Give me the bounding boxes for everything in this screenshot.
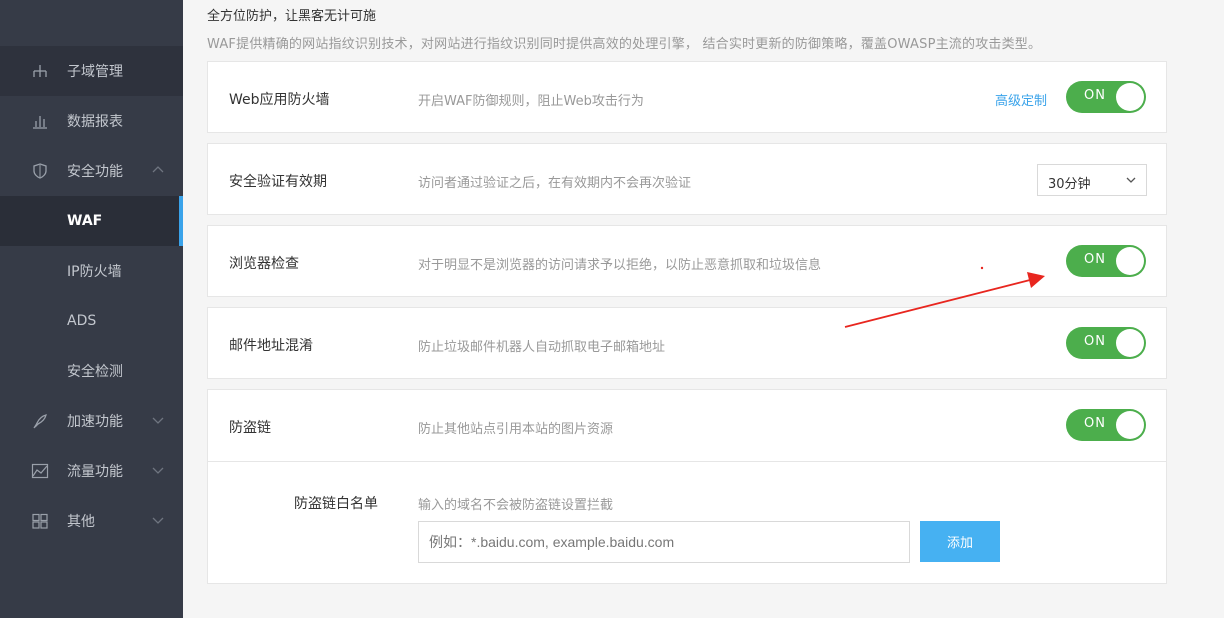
toggle-knob <box>1116 411 1144 439</box>
setting-description: 对于明显不是浏览器的访问请求予以拒绝，以防止恶意抓取和垃圾信息 <box>418 258 822 273</box>
browser-check-toggle[interactable]: ON <box>1066 245 1146 277</box>
setting-card-waf: Web应用防火墙 开启WAF防御规则，阻止Web攻击行为 高级定制 ON <box>207 61 1167 133</box>
toggle-label: ON <box>1084 334 1106 349</box>
sidebar: 子域管理 数据报表 安全功能 WAF IP防火墙 ADS 安全检测 加速功能 流… <box>0 0 183 618</box>
setting-name: 邮件地址混淆 <box>229 338 313 354</box>
email-obfuscation-toggle[interactable]: ON <box>1066 327 1146 359</box>
toggle-knob <box>1116 83 1144 111</box>
sidebar-item-reports[interactable]: 数据报表 <box>0 96 183 146</box>
hotlink-toggle[interactable]: ON <box>1066 409 1146 441</box>
sidebar-item-label: IP防火墙 <box>67 264 122 280</box>
chevron-down-icon <box>152 517 164 524</box>
sidebar-item-traffic[interactable]: 流量功能 <box>0 446 183 496</box>
setting-card-hotlink: 防盗链 防止其他站点引用本站的图片资源 ON 防盗链白名单 输入的域名不会被防盗… <box>207 389 1167 584</box>
sidebar-item-label: 数据报表 <box>67 114 123 130</box>
sidebar-item-other[interactable]: 其他 <box>0 496 183 546</box>
toggle-label: ON <box>1084 252 1106 267</box>
sidebar-item-label: ADS <box>67 313 97 329</box>
sidebar-item-security[interactable]: 安全功能 <box>0 146 183 196</box>
setting-description: 防止其他站点引用本站的图片资源 <box>418 422 614 437</box>
sidebar-item-label: 子域管理 <box>67 64 123 80</box>
chevron-down-icon <box>152 467 164 474</box>
sidebar-item-subdomain[interactable]: 子域管理 <box>0 46 183 96</box>
bar-chart-icon <box>33 116 47 129</box>
setting-name: 防盗链 <box>229 420 271 436</box>
whitelist-hint: 输入的域名不会被防盗链设置拦截 <box>418 498 614 513</box>
sidebar-item-security-check[interactable]: 安全检测 <box>0 346 183 396</box>
sitemap-icon <box>33 65 47 77</box>
shield-icon <box>33 163 47 179</box>
sidebar-item-waf[interactable]: WAF <box>0 196 183 246</box>
chevron-down-icon <box>152 417 164 424</box>
toggle-knob <box>1116 247 1144 275</box>
setting-name: 浏览器检查 <box>229 256 299 272</box>
setting-description: 访问者通过验证之后，在有效期内不会再次验证 <box>418 176 692 191</box>
sidebar-item-ads[interactable]: ADS <box>0 296 183 346</box>
advanced-custom-link[interactable]: 高级定制 <box>995 90 1047 109</box>
verify-period-select[interactable]: 30分钟 <box>1037 164 1147 196</box>
waf-toggle[interactable]: ON <box>1066 81 1146 113</box>
setting-card-verify-period: 安全验证有效期 访问者通过验证之后，在有效期内不会再次验证 30分钟 <box>207 143 1167 215</box>
add-button[interactable]: 添加 <box>920 521 1000 562</box>
sidebar-item-label: WAF <box>67 213 103 229</box>
sidebar-item-label: 其他 <box>67 514 95 530</box>
whitelist-label: 防盗链白名单 <box>294 496 378 512</box>
area-chart-icon <box>31 463 49 479</box>
setting-description: 开启WAF防御规则，阻止Web攻击行为 <box>418 94 644 109</box>
rocket-icon <box>33 414 47 429</box>
setting-description: 防止垃圾邮件机器人自动抓取电子邮箱地址 <box>418 340 666 355</box>
sidebar-item-label: 安全检测 <box>67 364 123 380</box>
sidebar-item-ip-firewall[interactable]: IP防火墙 <box>0 246 183 296</box>
select-value: 30分钟 <box>1048 177 1091 192</box>
whitelist-domain-input[interactable] <box>418 521 910 563</box>
toggle-knob <box>1116 329 1144 357</box>
main-content: 全方位防护，让黑客无计可施 WAF提供精确的网站指纹识别技术，对网站进行指纹识别… <box>183 0 1224 618</box>
setting-name: 安全验证有效期 <box>229 174 327 190</box>
sidebar-item-label: 加速功能 <box>67 414 123 430</box>
setting-card-browser-check: 浏览器检查 对于明显不是浏览器的访问请求予以拒绝，以防止恶意抓取和垃圾信息 ON <box>207 225 1167 297</box>
grid-icon <box>32 513 48 529</box>
toggle-label: ON <box>1084 416 1106 431</box>
section-title: 全方位防护，让黑客无计可施 <box>207 9 377 24</box>
sidebar-item-label: 流量功能 <box>67 464 123 480</box>
chevron-down-icon <box>1126 177 1136 183</box>
sidebar-item-acceleration[interactable]: 加速功能 <box>0 396 183 446</box>
sidebar-item-label: 安全功能 <box>67 164 123 180</box>
chevron-up-icon <box>152 166 164 173</box>
divider <box>208 461 1166 462</box>
setting-name: Web应用防火墙 <box>229 92 330 108</box>
toggle-label: ON <box>1084 88 1106 103</box>
setting-card-email-obfuscation: 邮件地址混淆 防止垃圾邮件机器人自动抓取电子邮箱地址 ON <box>207 307 1167 379</box>
section-description: WAF提供精确的网站指纹识别技术，对网站进行指纹识别同时提供高效的处理引擎， 结… <box>207 37 1042 52</box>
